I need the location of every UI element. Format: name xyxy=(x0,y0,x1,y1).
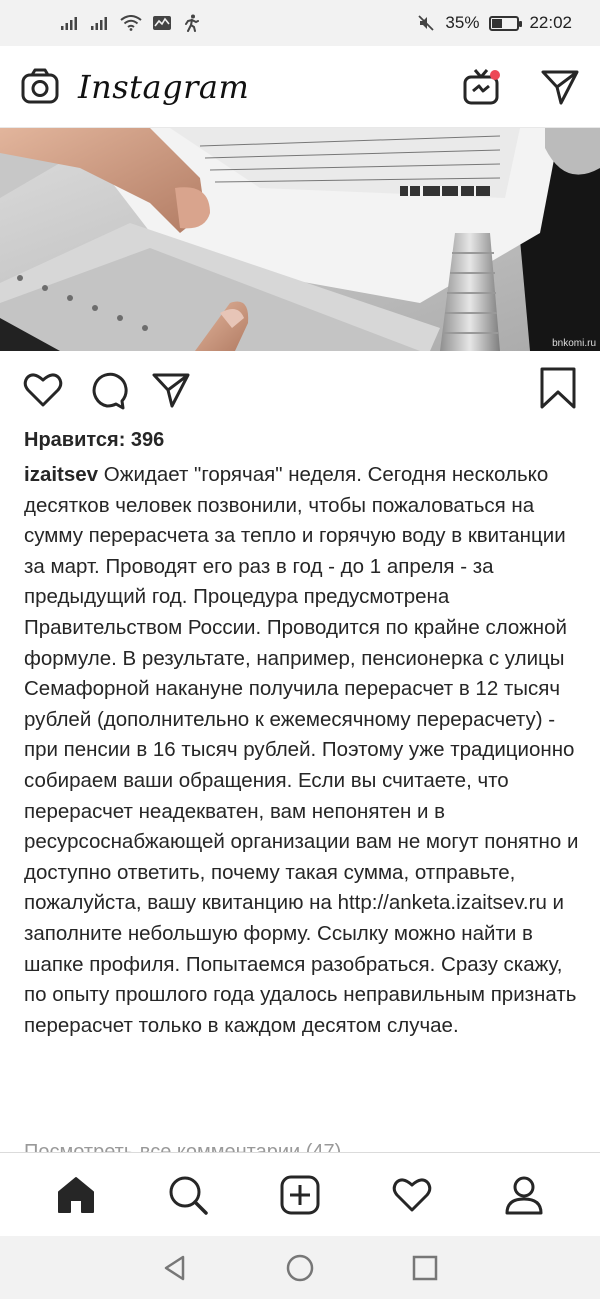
bookmark-icon xyxy=(540,367,576,408)
like-button[interactable] xyxy=(22,369,64,411)
battery-icon xyxy=(489,15,523,31)
share-button[interactable] xyxy=(150,369,192,411)
nav-search[interactable] xyxy=(167,1174,209,1216)
post-actions xyxy=(0,358,600,422)
igtv-button[interactable] xyxy=(462,67,502,107)
system-nav-bar xyxy=(0,1236,600,1299)
recents-square-icon xyxy=(412,1255,438,1280)
battery-percent: 35% xyxy=(445,13,480,32)
status-bar-right: 35% 22:02 xyxy=(417,13,572,33)
app-logo-wordmark: Instagram xyxy=(78,67,250,106)
battery-fill xyxy=(492,18,502,28)
nav-new-post[interactable] xyxy=(279,1174,321,1216)
status-bar: 35% 22:02 xyxy=(0,0,600,46)
post-photo xyxy=(0,128,600,351)
add-post-icon xyxy=(280,1175,320,1214)
caption-username[interactable]: izaitsev xyxy=(24,463,98,486)
system-back-button[interactable] xyxy=(161,1254,189,1282)
comment-icon xyxy=(92,372,128,410)
nav-home[interactable] xyxy=(55,1174,97,1216)
app-header: Instagram xyxy=(0,46,600,128)
direct-message-icon xyxy=(541,70,579,104)
home-icon xyxy=(58,1176,94,1213)
signal-icon xyxy=(90,15,110,31)
signal-icon xyxy=(60,15,80,31)
heart-icon xyxy=(392,1178,432,1211)
save-button[interactable] xyxy=(538,366,578,410)
back-triangle-icon xyxy=(164,1255,185,1280)
likes-count[interactable]: Нравится: 396 xyxy=(24,429,164,452)
image-watermark: bnkomi.ru xyxy=(552,338,596,349)
clock: 22:02 xyxy=(529,13,572,32)
comment-button[interactable] xyxy=(86,369,128,411)
profile-icon xyxy=(505,1176,543,1214)
running-icon xyxy=(182,14,200,32)
camera-button[interactable] xyxy=(20,67,60,107)
search-icon xyxy=(169,1176,208,1215)
direct-message-button[interactable] xyxy=(540,67,580,107)
share-icon xyxy=(152,373,190,408)
nav-profile[interactable] xyxy=(503,1174,545,1216)
status-bar-left xyxy=(60,14,200,32)
mute-icon xyxy=(417,14,435,32)
camera-icon xyxy=(21,68,59,103)
header-actions xyxy=(462,67,580,107)
activity-icon xyxy=(152,15,172,31)
heart-icon xyxy=(23,373,63,407)
igtv-icon xyxy=(463,68,500,104)
post-actions-left xyxy=(22,369,192,411)
caption-text: Ожидает "горячая" неделя. Сегодня нескол… xyxy=(24,463,579,1037)
wifi-icon xyxy=(120,15,142,31)
nav-activity[interactable] xyxy=(391,1174,433,1216)
post-image[interactable]: bnkomi.ru xyxy=(0,128,600,351)
home-circle-icon xyxy=(286,1254,314,1281)
system-recents-button[interactable] xyxy=(411,1254,439,1282)
post-actions-right xyxy=(538,366,578,415)
bottom-nav xyxy=(0,1152,600,1236)
system-home-button[interactable] xyxy=(285,1253,315,1283)
post-caption: izaitsev Ожидает "горячая" неделя. Сегод… xyxy=(24,460,580,1041)
